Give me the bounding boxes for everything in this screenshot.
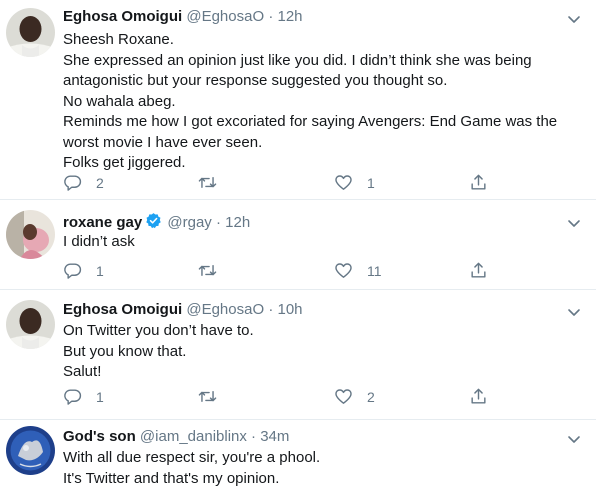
reply-count: 1 xyxy=(96,262,104,279)
reply-count: 1 xyxy=(96,388,104,405)
like-icon xyxy=(335,175,352,190)
tweet-text: With all due respect sir, you're a phool… xyxy=(63,448,583,489)
author-name[interactable]: Eghosa Omoigui xyxy=(63,8,182,25)
verified-badge-icon xyxy=(146,213,161,229)
share-button[interactable] xyxy=(469,261,488,280)
author-handle[interactable]: @EghosaO xyxy=(186,8,264,25)
like-button[interactable]: 1 xyxy=(334,173,375,192)
author-handle[interactable]: @iam_daniblinx xyxy=(140,428,247,445)
chevron-down-icon[interactable] xyxy=(566,431,582,447)
share-button[interactable] xyxy=(469,387,488,406)
author-name[interactable]: Eghosa Omoigui xyxy=(63,301,182,318)
tweet-line: She expressed an opinion just like you d… xyxy=(63,51,532,69)
tweet-line: It's Twitter and that's my opinion. xyxy=(63,469,280,487)
reply-icon xyxy=(64,175,82,191)
retweet-icon xyxy=(198,177,217,188)
retweet-button[interactable] xyxy=(198,387,231,406)
retweet-icon xyxy=(198,265,217,276)
tweet-line: antagonistic but your response suggested… xyxy=(63,72,448,89)
tweet-header: God's son @iam_daniblinx · 34m xyxy=(63,428,289,445)
tweet[interactable]: Eghosa Omoigui @EghosaO · 10h On Twitter… xyxy=(0,290,596,420)
chevron-down-icon[interactable] xyxy=(566,215,582,231)
reply-button[interactable]: 1 xyxy=(63,261,104,280)
tweet-line: Salut! xyxy=(63,363,102,380)
tweet[interactable]: Eghosa Omoigui @EghosaO · 12h Sheesh Rox… xyxy=(0,0,596,200)
tweet-line: worst movie I have ever seen. xyxy=(63,133,263,151)
tweet-line: Reminds me how I got excoriated for sayi… xyxy=(63,113,558,130)
like-button[interactable]: 2 xyxy=(334,387,375,406)
share-icon xyxy=(471,388,486,404)
tweet[interactable]: God's son @iam_daniblinx · 34m With all … xyxy=(0,420,596,499)
tweet-text: I didn’t ask xyxy=(63,232,583,253)
retweet-button[interactable] xyxy=(198,173,231,192)
tweet-line: I didn’t ask xyxy=(63,233,135,250)
tweet-line: With all due respect sir, you're a phool… xyxy=(63,449,321,466)
chevron-down-icon[interactable] xyxy=(566,304,582,320)
like-count: 2 xyxy=(367,388,375,405)
author-name[interactable]: God's son xyxy=(63,428,136,445)
tweet-actions: 1 2 xyxy=(63,387,493,407)
tweet-line: But you know that. xyxy=(63,342,187,360)
separator-dot: · xyxy=(215,214,221,231)
author-handle[interactable]: @EghosaO xyxy=(186,301,264,318)
author-handle[interactable]: @rgay xyxy=(167,214,211,231)
tweet-header: roxane gay @rgay · 12h xyxy=(63,212,250,231)
tweet-line: On Twitter you don’t have to. xyxy=(63,322,254,339)
avatar[interactable] xyxy=(6,300,55,349)
timestamp[interactable]: 34m xyxy=(260,428,289,445)
timestamp[interactable]: 12h xyxy=(225,214,250,231)
like-button[interactable]: 11 xyxy=(334,261,382,280)
share-icon xyxy=(471,262,486,278)
tweet-header: Eghosa Omoigui @EghosaO · 12h xyxy=(63,8,303,25)
separator-dot: · xyxy=(268,301,274,318)
tweet-header: Eghosa Omoigui @EghosaO · 10h xyxy=(63,301,303,318)
tweet-line: Folks get jiggered. xyxy=(63,154,186,171)
reply-button[interactable]: 1 xyxy=(63,387,104,406)
tweet-actions: 2 1 xyxy=(63,173,493,193)
retweet-icon xyxy=(198,391,217,402)
like-count: 11 xyxy=(367,262,382,279)
reply-count: 2 xyxy=(96,174,104,191)
chevron-down-icon[interactable] xyxy=(566,11,582,27)
separator-dot: · xyxy=(268,8,274,25)
like-icon xyxy=(335,263,352,278)
avatar[interactable] xyxy=(6,8,55,57)
timestamp[interactable]: 10h xyxy=(277,301,302,318)
author-name[interactable]: roxane gay xyxy=(63,214,142,231)
reply-icon xyxy=(64,389,82,405)
tweet-line: Sheesh Roxane. xyxy=(63,31,174,48)
avatar[interactable] xyxy=(6,426,55,475)
tweet-text: On Twitter you don’t have to. But you kn… xyxy=(63,321,583,383)
share-button[interactable] xyxy=(469,173,488,192)
tweet-text: Sheesh Roxane. She expressed an opinion … xyxy=(63,30,583,174)
like-icon xyxy=(335,389,352,404)
reply-icon xyxy=(64,263,82,279)
tweet-actions: 1 11 xyxy=(63,261,493,281)
reply-button[interactable]: 2 xyxy=(63,173,104,192)
separator-dot: · xyxy=(251,428,257,445)
timestamp[interactable]: 12h xyxy=(277,8,302,25)
tweet[interactable]: roxane gay @rgay · 12h I didn’t ask 1 11 xyxy=(0,200,596,290)
retweet-button[interactable] xyxy=(198,261,231,280)
avatar[interactable] xyxy=(6,210,55,259)
share-icon xyxy=(471,174,486,190)
tweet-line: No wahala abeg. xyxy=(63,92,176,110)
like-count: 1 xyxy=(367,174,375,191)
